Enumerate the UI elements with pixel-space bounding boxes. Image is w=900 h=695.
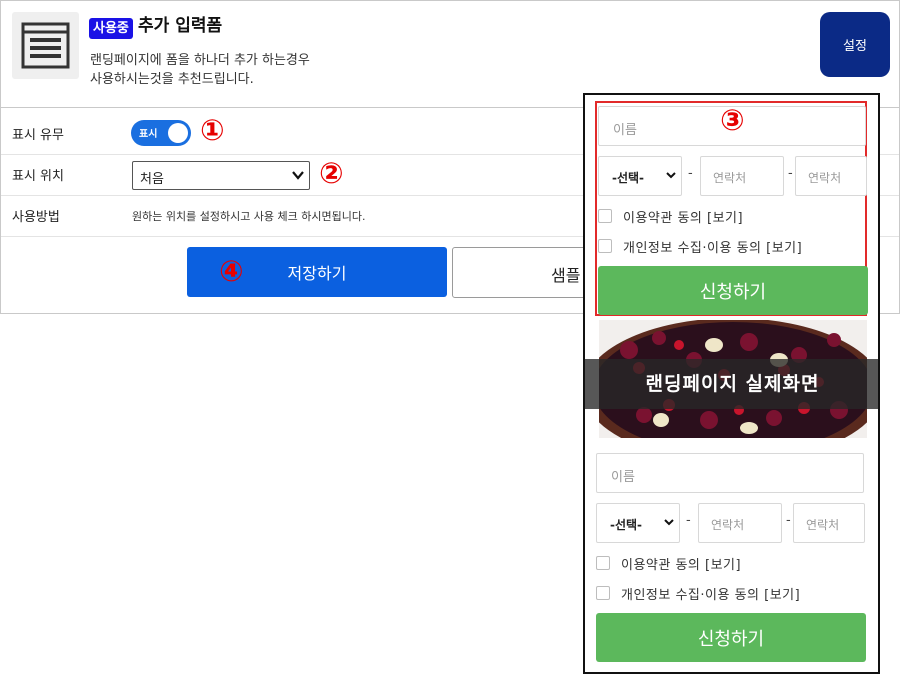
privacy-label: 개인정보 수집·이용 동의 [보기] — [621, 588, 801, 603]
phone-dash: - — [688, 166, 693, 181]
position-label: 표시 위치 — [12, 169, 64, 184]
phone-prefix-value: -선택- — [610, 518, 643, 532]
phone-last-input[interactable]: 연락처 — [795, 156, 867, 196]
overlay-caption: 랜딩페이지 실제화면 — [645, 373, 820, 395]
phone-prefix-value: -선택- — [612, 171, 645, 185]
phone-middle-input[interactable]: 연락처 — [698, 503, 782, 543]
chevron-down-icon — [666, 172, 676, 179]
display-toggle[interactable]: 표시 — [131, 120, 191, 146]
phone-middle-input[interactable]: 연락처 — [700, 156, 784, 196]
display-label: 표시 유무 — [12, 128, 64, 143]
privacy-label: 개인정보 수집·이용 동의 [보기] — [623, 241, 803, 256]
phone-dash: - — [686, 513, 691, 528]
sample-button-label: 샘플 — [551, 266, 581, 285]
phone-placeholder: 연락처 — [713, 171, 747, 185]
privacy-checkbox-row[interactable]: 개인정보 수집·이용 동의 [보기] — [596, 583, 864, 603]
status-badge: 사용중 — [89, 18, 133, 39]
apply-button[interactable]: 신청하기 — [598, 266, 868, 315]
terms-checkbox-row[interactable]: 이용약관 동의 [보기] — [596, 553, 864, 573]
privacy-checkbox[interactable] — [596, 586, 610, 600]
phone-placeholder: 연락처 — [806, 518, 840, 532]
chevron-down-icon — [292, 171, 304, 180]
toggle-knob — [168, 123, 188, 143]
annotation-marker-1: ① — [200, 113, 225, 147]
name-placeholder: 이름 — [613, 123, 637, 138]
apply-button[interactable]: 신청하기 — [596, 613, 866, 662]
terms-label: 이용약관 동의 [보기] — [623, 211, 744, 226]
name-placeholder: 이름 — [611, 470, 635, 485]
panel-header: 사용중 추가 입력폼 랜딩페이지에 폼을 하나더 추가 하는경우 사용하시는것을… — [1, 1, 899, 108]
phone-placeholder: 연락처 — [808, 171, 842, 185]
page-title: 추가 입력폼 — [138, 16, 223, 36]
phone-prefix-select[interactable]: -선택- — [596, 503, 680, 543]
annotation-marker-4: ④ — [219, 254, 244, 288]
privacy-checkbox[interactable] — [598, 239, 612, 253]
name-input[interactable]: 이름 — [596, 453, 864, 493]
annotation-marker-3: ③ — [720, 103, 745, 137]
annotation-marker-2: ② — [319, 156, 344, 190]
position-select[interactable]: 처음 — [132, 161, 310, 190]
terms-checkbox[interactable] — [598, 209, 612, 223]
terms-checkbox-row[interactable]: 이용약관 동의 [보기] — [598, 206, 866, 226]
landing-page-preview: 이름 -선택- - 연락처 - 연락처 이용약관 동의 [보기] 개인정보 수집… — [583, 93, 880, 674]
phone-dash: - — [786, 513, 791, 528]
terms-label: 이용약관 동의 [보기] — [621, 558, 742, 573]
chevron-down-icon — [664, 519, 674, 526]
position-select-value: 처음 — [140, 172, 164, 187]
form-window-icon — [12, 12, 79, 79]
toggle-text: 표시 — [139, 129, 158, 140]
settings-button[interactable]: 설정 — [820, 12, 890, 77]
privacy-checkbox-row[interactable]: 개인정보 수집·이용 동의 [보기] — [598, 236, 866, 256]
phone-last-input[interactable]: 연락처 — [793, 503, 865, 543]
usage-text: 원하는 위치를 설정하시고 사용 체크 하시면됩니다. — [132, 210, 366, 223]
phone-placeholder: 연락처 — [711, 518, 745, 532]
terms-checkbox[interactable] — [596, 556, 610, 570]
description-line-1: 랜딩페이지에 폼을 하나더 추가 하는경우 — [90, 53, 310, 68]
phone-prefix-select[interactable]: -선택- — [598, 156, 682, 196]
phone-dash: - — [788, 166, 793, 181]
preview-form-bottom: 이름 -선택- - 연락처 - 연락처 이용약관 동의 [보기] 개인정보 수집… — [595, 450, 867, 665]
usage-label: 사용방법 — [12, 210, 60, 225]
description-line-2: 사용하시는것을 추천드립니다. — [90, 72, 254, 87]
